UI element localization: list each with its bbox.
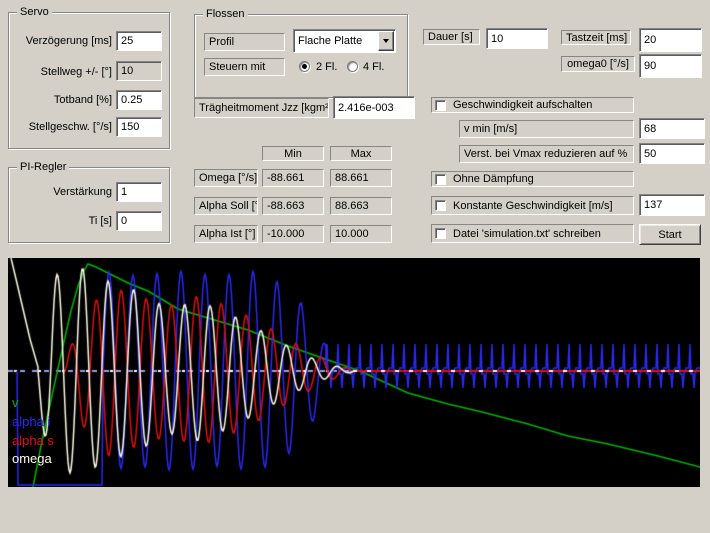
geschwindigkeit-aufschalten-label[interactable]: Geschwindigkeit aufschalten — [453, 99, 592, 111]
verst-vmax-label: Verst. bei Vmax reduzieren auf % — [459, 145, 634, 163]
alpha-soll-max-value: 88.663 — [330, 197, 392, 215]
stellgeschw-label: Stellgeschw. [°/s] — [8, 121, 112, 134]
radio-4fl[interactable] — [347, 61, 358, 72]
tastzeit-input[interactable] — [639, 28, 702, 52]
verst-vmax-input[interactable] — [639, 143, 705, 164]
verstaerkung-label: Verstärkung — [14, 186, 112, 199]
inertia-input[interactable] — [333, 96, 415, 119]
omega0-input[interactable] — [639, 54, 702, 78]
konstante-geschwindigkeit-label[interactable]: Konstante Geschwindigkeit [m/s] — [453, 200, 613, 212]
alpha-ist-min-value: -10.000 — [262, 225, 324, 243]
flossen-group: Flossen — [194, 14, 408, 98]
pi-regler-group: PI-Regler — [8, 167, 170, 243]
alpha-soll-min-value: -88.663 — [262, 197, 324, 215]
minmax-header-max: Max — [330, 146, 392, 161]
servo-group-title: Servo — [17, 6, 52, 19]
stellgeschw-input[interactable] — [116, 117, 162, 137]
vmin-label: v min [m/s] — [459, 120, 634, 138]
vmin-input[interactable] — [639, 118, 705, 139]
legend-alpha-i: alpha i — [12, 415, 50, 429]
minmax-header-min: Min — [262, 146, 324, 161]
ti-label: Ti [s] — [14, 215, 112, 228]
ohne-daempfung-row: Ohne Dämpfung — [431, 171, 634, 187]
inertia-label: Trägheitmoment Jzz [kgm²] — [194, 98, 329, 118]
stellweg-label: Stellweg +/- [°] — [14, 66, 112, 79]
legend-v: v — [12, 396, 19, 410]
radio-2fl[interactable] — [299, 61, 310, 72]
konstante-geschwindigkeit-row: Konstante Geschwindigkeit [m/s] — [431, 196, 634, 215]
simulation-plot: v alpha i alpha s omega — [8, 258, 700, 487]
dauer-label: Dauer [s] — [423, 29, 480, 45]
geschwindigkeit-aufschalten-row: Geschwindigkeit aufschalten — [431, 97, 634, 113]
profil-dropdown[interactable]: Flache Platte — [293, 29, 396, 53]
alpha-soll-row-label: Alpha Soll [°] — [194, 197, 258, 215]
pi-regler-group-title: PI-Regler — [17, 161, 69, 174]
ohne-daempfung-checkbox[interactable] — [435, 174, 446, 185]
steuern-mit-label: Steuern mit — [204, 58, 285, 76]
geschwindigkeit-aufschalten-checkbox[interactable] — [435, 100, 446, 111]
omega-min-value: -88.661 — [262, 169, 324, 187]
legend-omega: omega — [12, 452, 52, 466]
dauer-input[interactable] — [486, 28, 548, 49]
tastzeit-label: Tastzeit [ms] — [561, 30, 631, 45]
omega-max-value: 88.661 — [330, 169, 392, 187]
datei-schreiben-label[interactable]: Datei 'simulation.txt' schreiben — [453, 228, 601, 240]
profil-label: Profil — [204, 33, 285, 51]
dropdown-arrow-button[interactable] — [378, 31, 394, 51]
totband-label: Totband [%] — [14, 94, 112, 107]
konstante-geschwindigkeit-input[interactable] — [639, 194, 705, 216]
ohne-daempfung-label[interactable]: Ohne Dämpfung — [453, 173, 534, 185]
radio-4fl-label[interactable]: 4 Fl. — [363, 61, 384, 74]
chevron-down-icon — [383, 39, 389, 46]
verstaerkung-input[interactable] — [116, 182, 162, 202]
verzoegerung-label: Verzögerung [ms] — [14, 35, 112, 48]
app-window: Servo Verzögerung [ms] Stellweg +/- [°] … — [0, 0, 710, 533]
stellweg-input[interactable] — [116, 61, 162, 81]
omega0-label: omega0 [°/s] — [561, 56, 635, 72]
alpha-ist-row-label: Alpha Ist [°] — [194, 225, 258, 243]
flossen-group-title: Flossen — [203, 8, 248, 21]
simulation-plot-canvas — [8, 258, 700, 487]
ti-input[interactable] — [116, 211, 162, 231]
verzoegerung-input[interactable] — [116, 31, 162, 51]
totband-input[interactable] — [116, 90, 162, 110]
legend-alpha-s: alpha s — [12, 434, 54, 448]
alpha-ist-max-value: 10.000 — [330, 225, 392, 243]
datei-schreiben-checkbox[interactable] — [435, 228, 446, 239]
profil-dropdown-value: Flache Platte — [295, 31, 378, 51]
datei-schreiben-row: Datei 'simulation.txt' schreiben — [431, 224, 634, 243]
konstante-geschwindigkeit-checkbox[interactable] — [435, 200, 446, 211]
start-button[interactable]: Start — [639, 224, 701, 245]
radio-2fl-label[interactable]: 2 Fl. — [316, 61, 337, 74]
omega-row-label: Omega [°/s] — [194, 169, 258, 187]
